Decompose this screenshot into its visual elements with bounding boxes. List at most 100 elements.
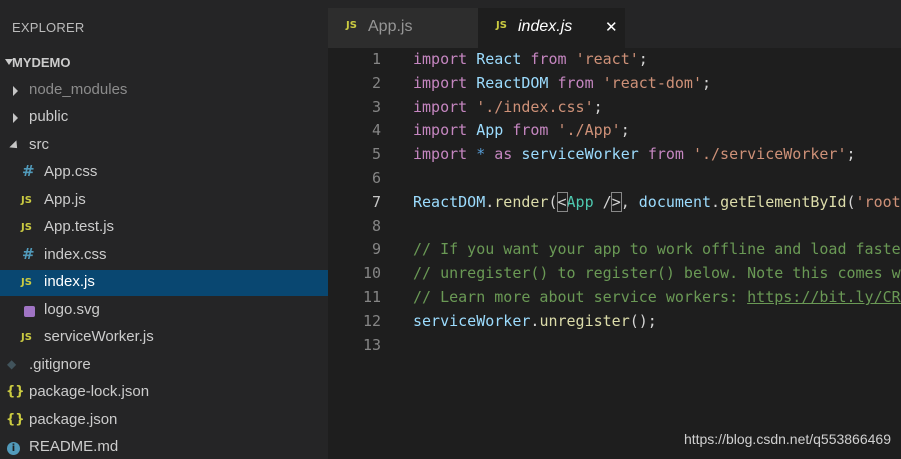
line-number: 8 <box>371 216 381 235</box>
code-line[interactable]: import App from './App'; <box>413 121 630 139</box>
code-token: ; <box>846 145 856 164</box>
code-token: . <box>711 192 721 211</box>
code-token: './index.css' <box>476 97 594 116</box>
code-token: as <box>494 145 513 164</box>
tree-folder-node-modules[interactable]: node_modules <box>0 78 328 104</box>
tree-file-gitignore[interactable]: ◆ .gitignore <box>0 353 328 379</box>
code-line[interactable]: // unregister() to register() below. Not… <box>413 264 901 282</box>
tree-item-label: public <box>29 108 69 125</box>
line-number: 11 <box>362 288 381 306</box>
code-token: . <box>485 192 495 211</box>
matched-bracket: < <box>556 191 568 212</box>
code-token: (); <box>629 311 657 330</box>
watermark-text: https://blog.csdn.net/q553866469 <box>683 431 891 447</box>
line-number: 2 <box>371 73 381 92</box>
code-token: serviceWorker <box>521 145 639 164</box>
tree-item-label: logo.svg <box>44 301 100 318</box>
code-line[interactable]: ReactDOM.render(<App />, document.getEle… <box>413 191 901 212</box>
tree-item-label: App.css <box>44 163 98 180</box>
css-file-icon: # <box>22 162 35 180</box>
tree-item-label: package-lock.json <box>29 383 150 400</box>
code-token: import <box>413 121 468 140</box>
js-file-icon: JS <box>21 332 32 343</box>
project-section-header[interactable]: MYDEMO <box>0 50 328 76</box>
line-number: 6 <box>371 169 381 187</box>
code-token: import <box>413 145 468 164</box>
chevron-right-icon <box>13 86 18 96</box>
code-token: * <box>476 145 486 164</box>
tree-file-app-css[interactable]: # App.css <box>0 160 328 186</box>
tree-folder-src[interactable]: src <box>0 133 328 159</box>
tree-folder-public[interactable]: public <box>0 105 328 131</box>
line-number: 9 <box>371 240 381 259</box>
tree-file-package-json[interactable]: {} package.json <box>0 408 328 434</box>
js-file-icon: JS <box>21 195 32 206</box>
code-token: // Learn more about service workers: <box>413 288 748 306</box>
tree-file-index-css[interactable]: # index.css <box>0 243 328 269</box>
code-line[interactable]: serviceWorker.unregister(); <box>413 312 657 330</box>
code-token: ; <box>620 121 630 140</box>
code-token: './serviceWorker' <box>692 145 847 164</box>
code-token: ; <box>638 50 648 68</box>
code-line[interactable]: // Learn more about service workers: htt… <box>413 288 901 306</box>
code-token: from <box>512 121 549 140</box>
tree-item-label: App.test.js <box>44 218 115 235</box>
code-line[interactable]: import React from 'react'; <box>413 50 648 68</box>
code-token: ( <box>846 192 856 211</box>
svg-file-icon <box>24 306 35 317</box>
code-token: 'react-dom' <box>602 73 702 92</box>
tree-file-app-test-js[interactable]: JS App.test.js <box>0 215 328 241</box>
explorer-sidebar: EXPLORER MYDEMO node_modules public src … <box>0 0 328 459</box>
close-icon[interactable]: ✕ <box>605 18 618 36</box>
code-line[interactable]: // If you want your app to work offline … <box>413 240 901 258</box>
tree-item-label: package.json <box>29 411 118 428</box>
tree-file-logo-svg[interactable]: logo.svg <box>0 298 328 324</box>
code-line[interactable]: import './index.css'; <box>413 98 603 116</box>
code-token: App <box>566 192 594 211</box>
info-file-icon: i <box>7 442 20 455</box>
tab-app-js[interactable]: JS App.js <box>328 8 478 48</box>
code-token: // If you want your app to work offline … <box>413 240 901 259</box>
project-name: MYDEMO <box>12 55 71 70</box>
json-file-icon: {} <box>6 384 25 399</box>
tree-file-app-js[interactable]: JS App.js <box>0 188 328 214</box>
tree-item-label: README.md <box>29 438 119 455</box>
code-line[interactable]: import * as serviceWorker from './servic… <box>413 145 856 163</box>
code-token: ; <box>593 97 603 116</box>
json-file-icon: {} <box>6 412 25 427</box>
line-number: 4 <box>371 121 381 140</box>
code-token: App <box>476 121 504 140</box>
code-token: / <box>593 192 612 211</box>
code-token: , <box>620 192 639 211</box>
tree-item-label: index.js <box>44 273 95 290</box>
code-editor[interactable]: 1 2 3 4 5 6 7 8 9 10 11 12 13 import React from 'rea… <box>328 48 901 459</box>
code-token: from <box>647 145 684 164</box>
tree-file-package-lock-json[interactable]: {} package-lock.json <box>0 380 328 406</box>
tree-file-readme-md[interactable]: i README.md <box>0 435 328 459</box>
code-token: render <box>494 192 549 211</box>
code-token: ( <box>548 192 558 211</box>
chevron-right-icon <box>13 113 18 123</box>
code-token: ReactDOM <box>476 73 549 92</box>
code-token: document <box>638 192 712 211</box>
tree-file-service-worker-js[interactable]: JS serviceWorker.js <box>0 325 328 351</box>
tree-file-index-js[interactable]: JS index.js <box>0 270 328 296</box>
tab-index-js[interactable]: JS index.js ✕ <box>478 8 625 48</box>
code-link[interactable]: https://bit.ly/CRA-PWA <box>747 288 901 306</box>
code-token: unregister <box>539 311 630 330</box>
tree-item-label: src <box>29 136 49 153</box>
code-token: getElementById <box>720 192 847 211</box>
line-number: 1 <box>371 50 381 68</box>
code-token: ; <box>702 73 712 92</box>
line-number: 10 <box>362 264 381 283</box>
line-number: 12 <box>362 311 381 330</box>
code-line[interactable]: import ReactDOM from 'react-dom'; <box>413 74 711 92</box>
js-file-icon: JS <box>346 20 357 31</box>
matched-bracket: > <box>610 191 622 212</box>
